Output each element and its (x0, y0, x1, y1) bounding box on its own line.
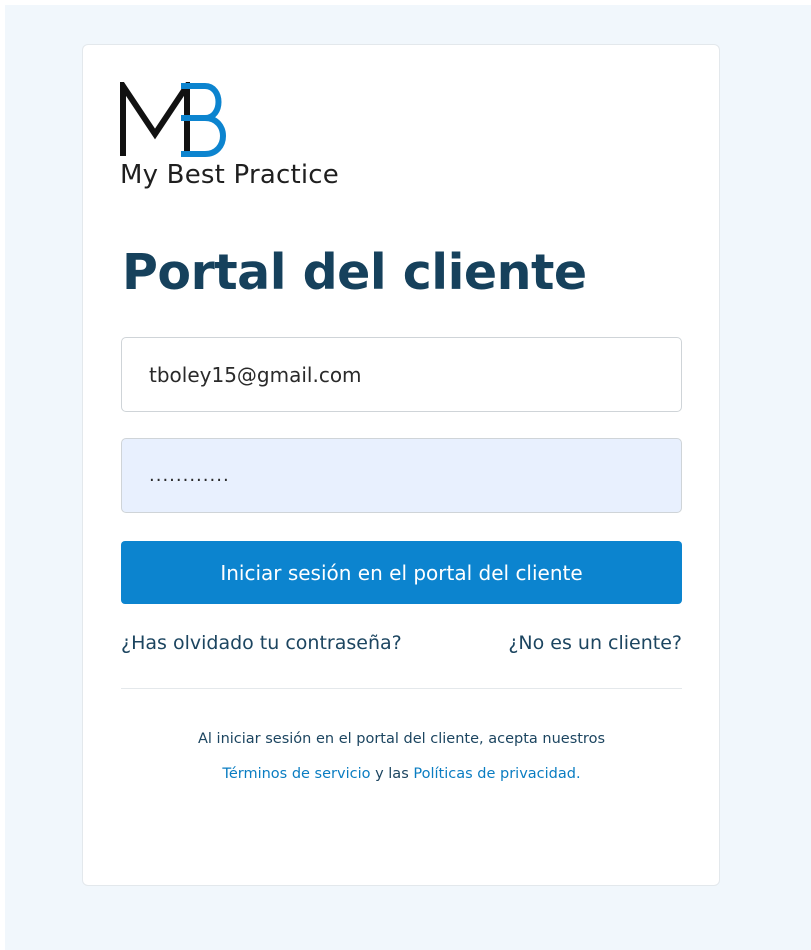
mb-logo-icon (120, 82, 226, 157)
password-field[interactable] (121, 438, 682, 513)
login-submit-button[interactable]: Iniciar sesión en el portal del cliente (121, 541, 682, 604)
divider (121, 688, 682, 689)
email-field[interactable] (121, 337, 682, 412)
brand-name: My Best Practice (120, 160, 339, 190)
page-title: Portal del cliente (122, 244, 587, 301)
legal-connector: y las (370, 766, 414, 782)
privacy-policy-link[interactable]: Políticas de privacidad. (413, 766, 580, 782)
not-a-client-link[interactable]: ¿No es un cliente? (508, 632, 682, 654)
legal-notice: Al iniciar sesión en el portal del clien… (121, 722, 682, 792)
forgot-password-link[interactable]: ¿Has olvidado tu contraseña? (121, 632, 402, 654)
terms-of-service-link[interactable]: Términos de servicio (222, 766, 370, 782)
legal-text: Al iniciar sesión en el portal del clien… (197, 731, 605, 747)
brand-logo: My Best Practice (119, 82, 379, 194)
legal-links-line: Términos de servicio y las Políticas de … (121, 757, 682, 792)
